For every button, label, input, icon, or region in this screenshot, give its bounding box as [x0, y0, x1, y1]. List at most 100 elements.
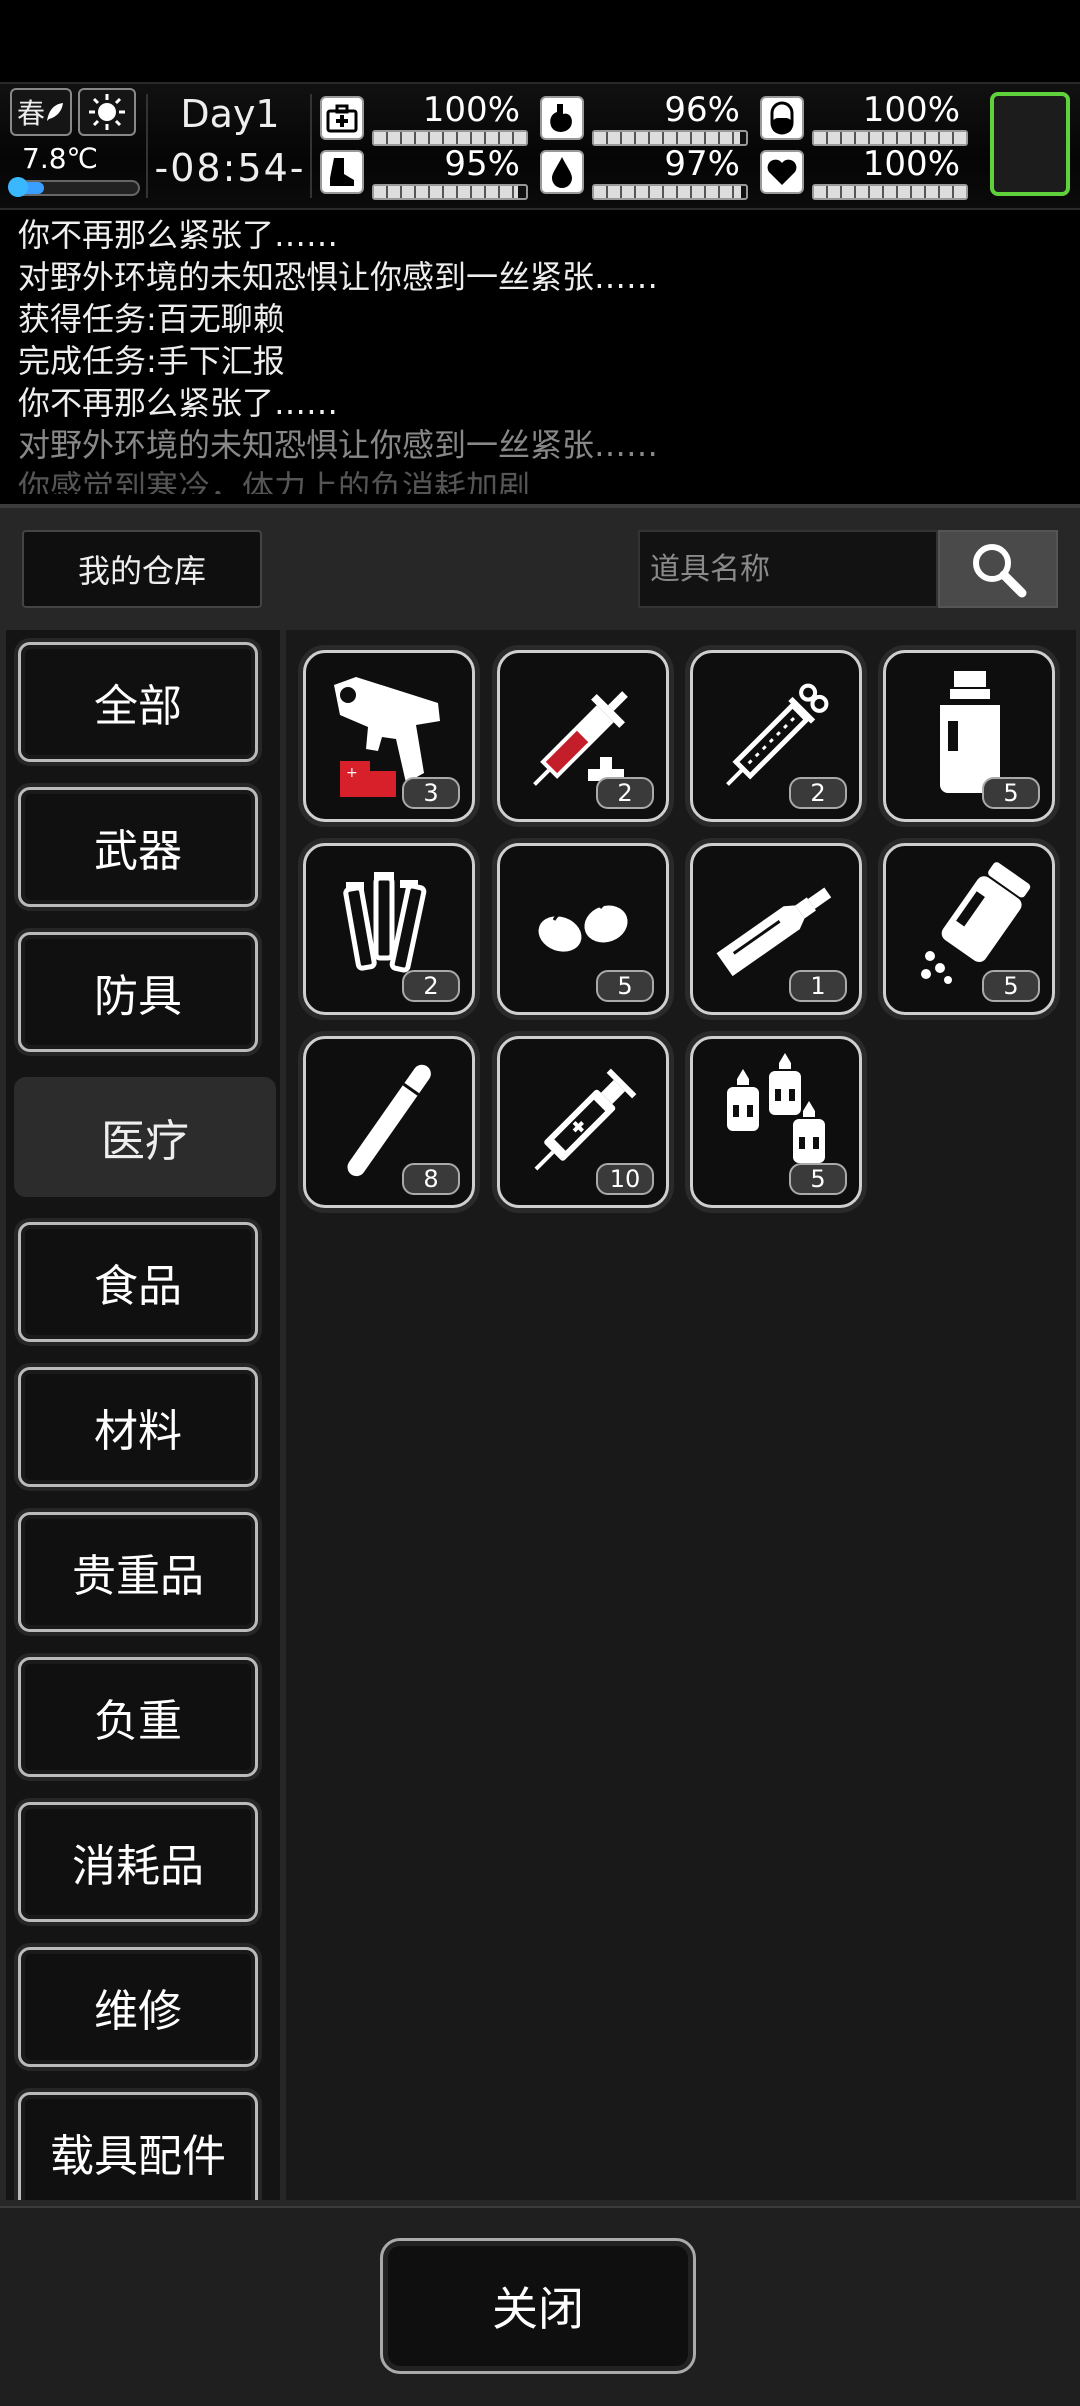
category-consumables[interactable]: 消耗品	[18, 1802, 258, 1922]
season-label: 春	[16, 97, 45, 130]
item-count: 2	[402, 970, 460, 1002]
stat-value: 100%	[862, 90, 960, 130]
category-label: 材料	[94, 1406, 182, 1457]
item-slot[interactable]: 5	[690, 1036, 862, 1208]
item-slot[interactable]: 1	[690, 843, 862, 1015]
item-count: 2	[789, 777, 847, 809]
search-button[interactable]	[938, 530, 1058, 608]
stat-bar	[592, 184, 748, 200]
stat-medicine: 100%	[760, 90, 970, 146]
category-label: 载具配件	[50, 2131, 226, 2182]
stat-value: 95%	[444, 144, 520, 184]
item-count: 5	[789, 1163, 847, 1195]
medkit-icon	[320, 96, 364, 140]
category-armor[interactable]: 防具	[18, 932, 258, 1052]
boot-icon	[320, 150, 364, 194]
category-label: 贵重品	[72, 1551, 204, 1602]
category-label: 维修	[94, 1986, 182, 2037]
log-line: 你不再那么紧张了……	[18, 216, 339, 254]
pill-icon	[760, 96, 804, 140]
log-line: 你不再那么紧张了……	[18, 384, 339, 422]
category-label: 医疗	[101, 1116, 189, 1167]
heart-icon	[760, 150, 804, 194]
stat-value: 97%	[664, 144, 740, 184]
stat-health: 100%	[320, 90, 530, 146]
item-count: 8	[402, 1163, 460, 1195]
stat-bar-fill	[594, 132, 740, 144]
item-count: 10	[596, 1163, 654, 1195]
character-portrait[interactable]	[990, 92, 1070, 196]
water-drop-icon	[540, 150, 584, 194]
item-slot[interactable]: 2	[303, 843, 475, 1015]
bottom-bar: 关闭	[0, 2206, 1080, 2406]
stat-bar-fill	[814, 186, 966, 198]
item-count: 1	[789, 970, 847, 1002]
stat-thirst: 97%	[540, 144, 750, 200]
category-carry[interactable]: 负重	[18, 1657, 258, 1777]
svg-text:+: +	[346, 765, 358, 781]
log-line: 对野外环境的未知恐惧让你感到一丝紧张……	[18, 426, 659, 464]
item-count: 5	[982, 777, 1040, 809]
category-vehicle-parts[interactable]: 载具配件	[18, 2092, 258, 2200]
message-log[interactable]: 你不再那么紧张了…… 对野外环境的未知恐惧让你感到一丝紧张…… 获得任务:百无聊…	[0, 214, 1080, 494]
item-slot[interactable]: 2	[690, 650, 862, 822]
category-sidebar[interactable]: 全部 武器 防具 医疗 食品 材料 贵重品 负重 消耗品 维修 载具配件	[6, 630, 280, 2200]
close-button-label: 关闭	[492, 2282, 584, 2336]
category-label: 消耗品	[72, 1841, 204, 1892]
stat-bar	[812, 184, 968, 200]
warehouse-title-button[interactable]: 我的仓库	[22, 530, 262, 608]
sun-icon	[78, 88, 136, 136]
category-label: 负重	[94, 1696, 182, 1747]
stomach-icon	[540, 96, 584, 140]
stat-bar-fill	[594, 186, 742, 198]
item-slot[interactable]: 5	[883, 843, 1055, 1015]
item-slot[interactable]: 2	[497, 650, 669, 822]
status-bar: 春 7.8℃ Day1 -08:54- 100% 96% 100% 95% 97…	[0, 82, 1080, 210]
category-materials[interactable]: 材料	[18, 1367, 258, 1487]
day-counter: Day1	[180, 92, 280, 136]
item-count: 5	[596, 970, 654, 1002]
item-count: 3	[402, 777, 460, 809]
category-repair[interactable]: 维修	[18, 1947, 258, 2067]
category-label: 武器	[94, 826, 182, 877]
thermometer-bar	[8, 177, 140, 197]
log-line: 对野外环境的未知恐惧让你感到一丝紧张……	[18, 258, 659, 296]
log-line: 你感觉到寒冷，体力上的负消耗加剧	[18, 468, 531, 494]
category-label: 全部	[94, 681, 182, 732]
item-count: 2	[596, 777, 654, 809]
warehouse-panel: 我的仓库 全部 武器 防具 医疗 食品 材料 贵重品 负重 消耗品 维修 载具配…	[0, 504, 1080, 2406]
category-weapons[interactable]: 武器	[18, 787, 258, 907]
stat-bar-fill	[374, 186, 519, 198]
item-slot[interactable]: 5	[883, 650, 1055, 822]
stat-value: 100%	[422, 90, 520, 130]
stat-value: 100%	[862, 144, 960, 184]
stat-bar-fill	[814, 132, 966, 144]
thermometer-bulb-icon	[8, 177, 28, 197]
game-clock: -08:54-	[154, 146, 306, 190]
divider	[146, 94, 148, 198]
stat-value: 96%	[664, 90, 740, 130]
season-indicator: 春	[10, 88, 72, 136]
category-all[interactable]: 全部	[18, 642, 258, 762]
log-line: 完成任务:手下汇报	[18, 342, 285, 380]
stat-bar-fill	[374, 132, 526, 144]
item-slot[interactable]: 8	[303, 1036, 475, 1208]
stat-stamina: 95%	[320, 144, 530, 200]
temperature-text: 7.8℃	[22, 142, 98, 175]
close-button[interactable]: 关闭	[380, 2238, 696, 2374]
search-icon	[973, 544, 1027, 598]
category-valuables[interactable]: 贵重品	[18, 1512, 258, 1632]
divider	[310, 94, 312, 198]
stat-hunger: 96%	[540, 90, 750, 146]
warehouse-title: 我的仓库	[77, 552, 206, 590]
item-search-input[interactable]	[638, 530, 938, 608]
item-grid[interactable]: + 3 2 2 5 2 5 1 5 8 10 5	[286, 630, 1076, 2200]
item-slot[interactable]: 10	[497, 1036, 669, 1208]
stat-bar	[372, 184, 528, 200]
item-count: 5	[982, 970, 1040, 1002]
item-slot[interactable]: + 3	[303, 650, 475, 822]
category-food[interactable]: 食品	[18, 1222, 258, 1342]
category-label: 食品	[94, 1261, 182, 1312]
category-medical[interactable]: 医疗	[14, 1077, 276, 1197]
item-slot[interactable]: 5	[497, 843, 669, 1015]
